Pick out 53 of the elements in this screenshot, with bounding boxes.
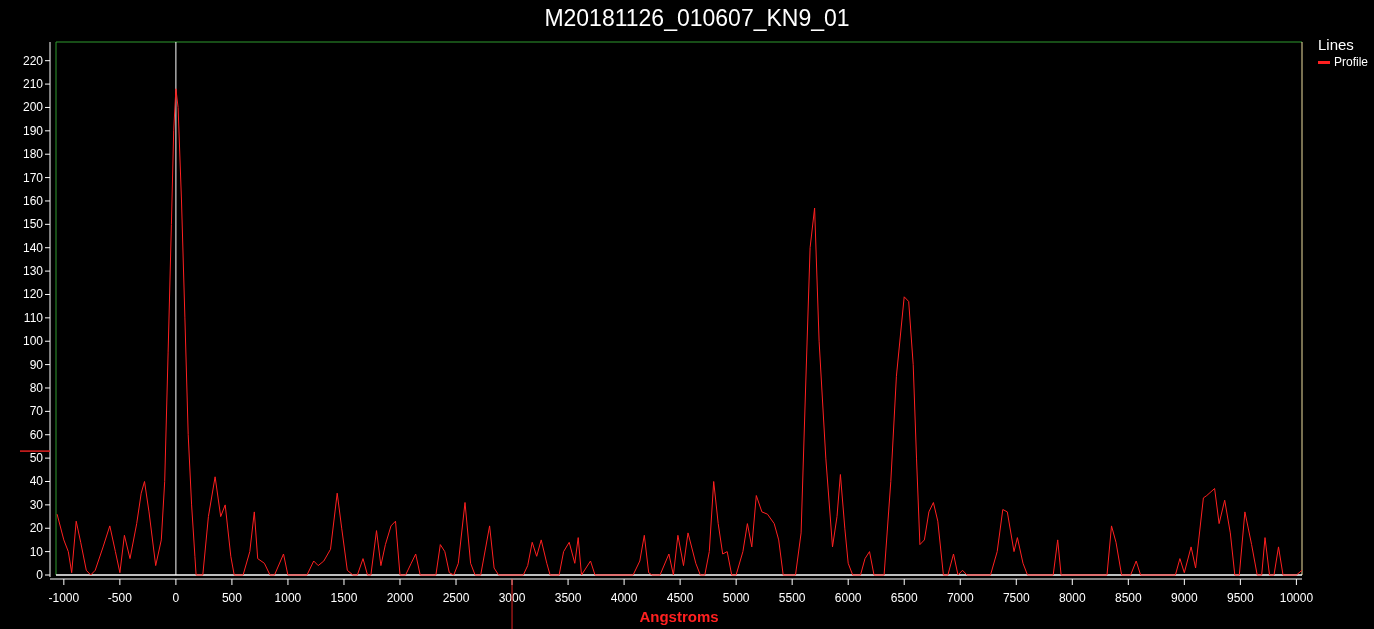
x-tick-label: 9500 [1227,591,1254,605]
x-tick-label: 8500 [1114,591,1142,605]
x-axis-label: Angstroms [639,608,719,625]
x-tick-label: 5500 [778,591,806,605]
x-tick-label: 0 [172,591,180,605]
y-tick-label: 80 [29,381,43,395]
x-tick-label: 2000 [386,591,414,605]
legend-label: Profile [1334,55,1368,69]
y-tick-label: 90 [29,357,43,372]
y-tick-label: 0 [36,568,43,582]
x-tick-label: -500 [107,591,132,605]
y-tick-label: 190 [22,123,43,138]
y-tick-label: 50 [29,451,43,466]
y-tick-label: 200 [22,100,43,115]
x-tick-label: 6000 [834,591,862,605]
x-tick-label: 3500 [554,591,582,605]
x-tick-label: 8000 [1058,591,1086,605]
legend-swatch [1318,60,1330,64]
y-tick-label: 70 [29,404,43,419]
x-tick-label: 10000 [1279,591,1314,605]
y-tick-label: 220 [22,53,43,68]
x-tick-label: 2500 [442,591,470,605]
y-tick-label: 170 [22,170,43,185]
y-tick-label: 110 [23,310,43,325]
y-tick-label: 130 [22,264,43,279]
legend-title: Lines [1318,36,1355,53]
y-tick-label: 120 [22,287,43,302]
x-tick-label: -1000 [48,591,80,605]
chart-title: M20181126_010607_KN9_01 [543,4,850,32]
y-tick-label: 100 [22,334,43,349]
x-tick-label: 3000 [498,591,526,605]
x-tick-label: 500 [221,591,242,605]
y-tick-label: 140 [22,240,43,255]
y-tick-label: 160 [22,193,43,208]
y-tick-label: 30 [29,497,43,512]
x-tick-label: 1500 [330,591,358,605]
x-tick-label: 5000 [722,591,750,605]
y-tick-label: 60 [29,427,43,442]
x-tick-label: 4000 [610,591,638,605]
marker-line [19,450,51,452]
marker-line [511,578,513,629]
x-tick-label: 6500 [890,591,918,605]
y-tick-label: 150 [22,217,43,232]
y-tick-label: 210 [22,77,43,92]
y-tick-label: 20 [29,521,43,536]
x-tick-label: 1000 [274,591,302,605]
y-tick-label: 180 [22,147,43,162]
x-tick-label: 7000 [946,591,974,605]
x-tick-label: 4500 [666,591,694,605]
y-tick-label: 40 [29,474,43,489]
x-tick-label: 7500 [1002,591,1030,605]
x-tick-label: 9000 [1171,591,1198,605]
y-tick-label: 10 [29,544,43,559]
